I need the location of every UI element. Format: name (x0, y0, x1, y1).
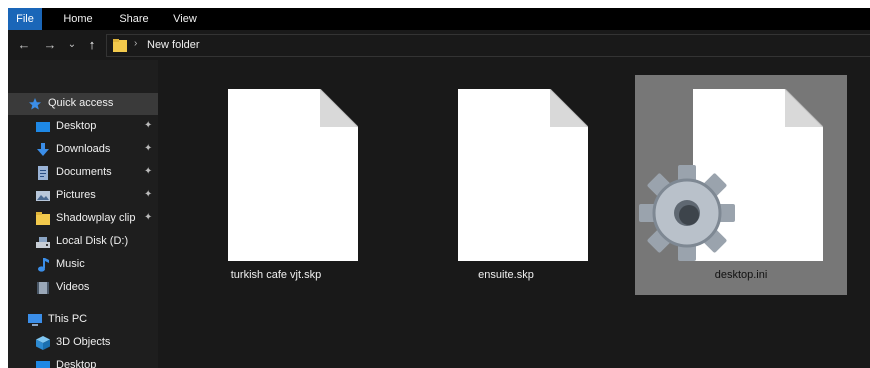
sidebar-item-label: 3D Objects (56, 336, 111, 348)
folder-icon (113, 39, 127, 52)
gear-icon (639, 165, 735, 261)
sidebar-item-downloads[interactable]: Downloads ✦ (8, 139, 158, 161)
forward-arrow-icon[interactable]: → (42, 37, 58, 53)
sidebar-item-label: Shadowplay clip (56, 212, 136, 224)
pin-icon[interactable]: ✦ (144, 166, 152, 177)
sidebar-item-music[interactable]: Music (8, 254, 158, 276)
breadcrumb-new-folder[interactable]: New folder (147, 39, 200, 51)
sidebar-item-desktop-pc[interactable]: Desktop (8, 355, 158, 368)
sidebar-item-videos[interactable]: Videos (8, 277, 158, 299)
blank-file-icon (458, 89, 588, 261)
sidebar-item-label: Downloads (56, 143, 111, 155)
recent-locations-chevron-icon[interactable]: ⌄ (66, 37, 78, 53)
navigation-pane: Quick access Desktop ✦ Downloads ✦ Docum… (8, 60, 158, 368)
sidebar-item-label: Documents (56, 166, 112, 178)
sidebar-item-label: Desktop (56, 359, 97, 368)
sidebar-item-local-disk-d[interactable]: Local Disk (D:) (8, 231, 158, 253)
sidebar-item-this-pc[interactable]: This PC (8, 309, 158, 331)
desktop-icon (36, 122, 50, 132)
star-icon (29, 98, 41, 110)
pin-icon[interactable]: ✦ (144, 212, 152, 223)
sidebar-item-label: Videos (56, 281, 90, 293)
address-bar[interactable]: › New folder (106, 34, 870, 57)
ribbon: File Home Share View (8, 8, 870, 30)
tab-view[interactable]: View (168, 8, 202, 30)
documents-icon (38, 166, 48, 180)
videos-icon (37, 282, 49, 294)
pin-icon[interactable]: ✦ (144, 143, 152, 154)
blank-file-icon (228, 89, 358, 261)
sidebar-item-label: Music (56, 258, 85, 270)
desktop-icon (36, 361, 50, 368)
sidebar-item-label: This PC (48, 313, 88, 325)
pin-icon[interactable]: ✦ (144, 120, 152, 131)
file-item-turkish-cafe[interactable]: turkish cafe vjt.skp (170, 75, 382, 295)
sidebar-item-3d-objects[interactable]: 3D Objects (8, 332, 158, 354)
sidebar-item-shadowplay-clip[interactable]: Shadowplay clip ✦ (8, 208, 158, 230)
cube-icon (36, 336, 50, 350)
music-icon (38, 258, 49, 272)
up-arrow-icon[interactable]: ↑ (84, 37, 100, 53)
pc-icon (28, 314, 42, 326)
sidebar-item-documents[interactable]: Documents ✦ (8, 162, 158, 184)
file-name: ensuite.skp (478, 269, 534, 281)
pin-icon[interactable]: ✦ (144, 189, 152, 200)
sidebar-item-label: Quick access (48, 97, 114, 109)
file-name: turkish cafe vjt.skp (230, 269, 322, 281)
sidebar-item-desktop[interactable]: Desktop ✦ (8, 116, 158, 138)
file-name: desktop.ini (714, 269, 768, 281)
folder-icon (36, 212, 50, 225)
sidebar-item-quick-access[interactable]: Quick access (8, 93, 158, 115)
file-list: turkish cafe vjt.skp ensuite.skp desktop… (158, 60, 870, 368)
pictures-icon (36, 191, 50, 201)
file-explorer-window: File Home Share View ← → ⌄ ↑ › New folde… (8, 8, 870, 368)
drive-icon (36, 237, 50, 248)
navigation-bar: ← → ⌄ ↑ › New folder (8, 30, 870, 60)
download-icon (37, 143, 49, 156)
sidebar-item-label: Pictures (56, 189, 96, 201)
sidebar-item-label: Desktop (56, 120, 97, 132)
breadcrumb-separator-icon[interactable]: › (134, 38, 137, 49)
back-arrow-icon[interactable]: ← (16, 37, 32, 53)
tab-share[interactable]: Share (114, 8, 154, 30)
tab-home[interactable]: Home (58, 8, 98, 30)
file-item-desktop-ini[interactable]: desktop.ini (635, 75, 847, 295)
sidebar-item-pictures[interactable]: Pictures ✦ (8, 185, 158, 207)
sidebar-item-label: Local Disk (D:) (56, 235, 129, 247)
file-item-ensuite[interactable]: ensuite.skp (400, 75, 612, 295)
tab-file[interactable]: File (8, 8, 42, 30)
